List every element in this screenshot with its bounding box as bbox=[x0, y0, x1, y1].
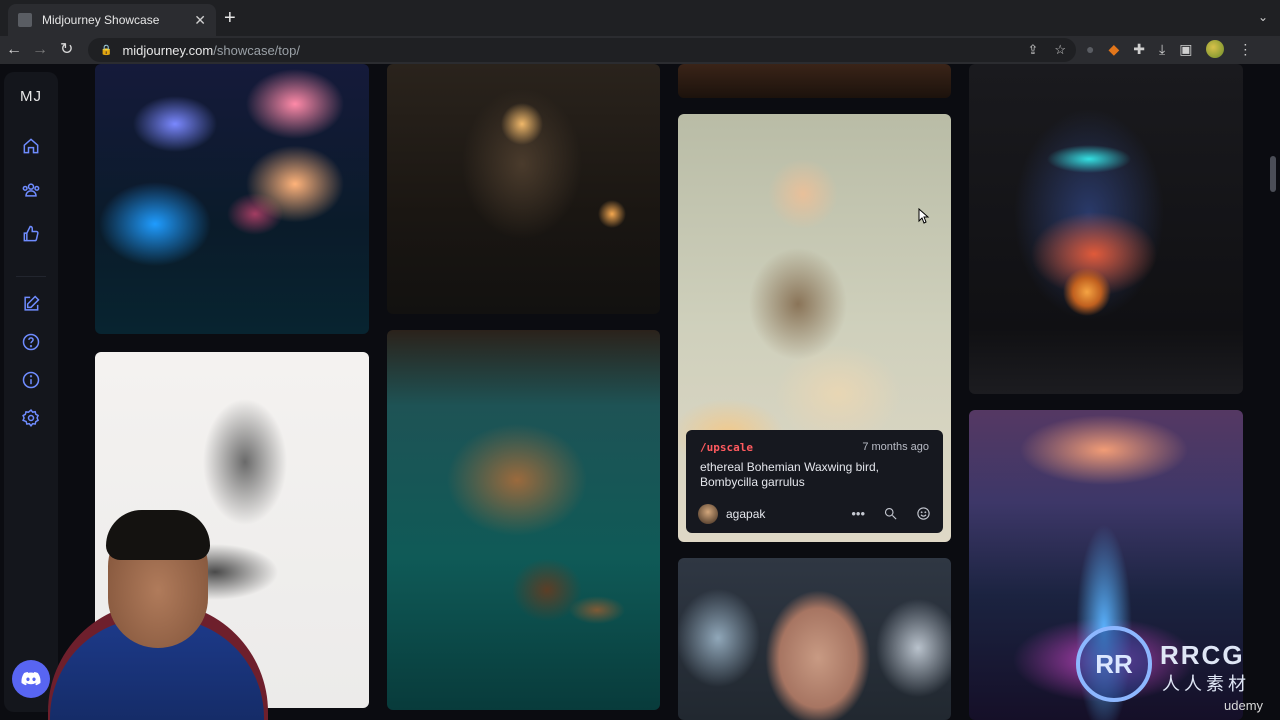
gallery-image-galaxy-jar[interactable] bbox=[969, 64, 1243, 394]
more-options-icon[interactable]: ••• bbox=[851, 506, 865, 524]
extension-icon[interactable]: ● bbox=[1086, 41, 1094, 57]
menu-kebab-icon[interactable]: ⋮ bbox=[1238, 41, 1252, 58]
sidebar-divider bbox=[16, 276, 46, 277]
side-panel-icon[interactable]: ▣ bbox=[1179, 41, 1192, 58]
gallery-image-swimming-bears[interactable] bbox=[387, 330, 660, 710]
gallery-image-peony-flowers[interactable] bbox=[95, 64, 369, 334]
tab-title: Midjourney Showcase bbox=[42, 13, 160, 27]
prompt-text: ethereal Bohemian Waxwing bird, Bombycil… bbox=[700, 460, 879, 489]
browser-tab-bar: Midjourney Showcase ✕ + ⌄ bbox=[0, 0, 1280, 36]
browser-tab[interactable]: Midjourney Showcase ✕ bbox=[8, 4, 216, 36]
extensions-puzzle-icon[interactable]: ✚ bbox=[1133, 41, 1145, 58]
edit-icon[interactable] bbox=[21, 294, 41, 314]
forward-icon[interactable]: → bbox=[32, 40, 48, 60]
download-icon[interactable]: ⤓ bbox=[1159, 41, 1165, 58]
close-icon[interactable]: ✕ bbox=[194, 12, 206, 29]
gallery-image-portrait[interactable] bbox=[678, 64, 951, 98]
image-info-card: /upscale 7 months ago ethereal Bohemian … bbox=[686, 430, 943, 533]
profile-avatar[interactable] bbox=[1206, 40, 1225, 58]
user-link[interactable]: agapak bbox=[698, 504, 765, 524]
browser-toolbar: ← → ↻ 🔒 midjourney.com/showcase/top/ ⇪ ☆… bbox=[0, 36, 1280, 64]
discord-icon bbox=[21, 671, 41, 686]
username: agapak bbox=[726, 507, 766, 521]
search-icon[interactable] bbox=[883, 506, 898, 524]
new-tab-icon[interactable]: + bbox=[224, 8, 236, 28]
webcam-overlay bbox=[40, 480, 276, 720]
url-host: midjourney.com bbox=[122, 42, 214, 58]
thumbs-up-icon[interactable] bbox=[21, 224, 41, 244]
rrcg-text-watermark: RRCG bbox=[1160, 640, 1245, 670]
info-icon[interactable] bbox=[21, 370, 41, 390]
share-icon[interactable]: ⇪ bbox=[1027, 42, 1038, 58]
gallery-image-floral-face[interactable] bbox=[678, 558, 951, 720]
metamask-icon[interactable]: ◆ bbox=[1108, 41, 1119, 58]
rrcg-logo-watermark: RR bbox=[1076, 626, 1152, 702]
avatar bbox=[698, 504, 718, 524]
lock-icon: 🔒 bbox=[100, 44, 113, 56]
community-icon[interactable] bbox=[21, 180, 41, 200]
back-icon[interactable]: ← bbox=[6, 40, 22, 60]
url-path: /showcase/top/ bbox=[213, 42, 300, 58]
reload-icon[interactable]: ↻ bbox=[60, 40, 73, 60]
mouse-cursor-icon bbox=[918, 208, 930, 224]
favicon-icon bbox=[18, 13, 32, 27]
timestamp: 7 months ago bbox=[862, 441, 929, 453]
rrcg-subtext-watermark: 人人素材 bbox=[1162, 674, 1250, 694]
settings-gear-icon[interactable] bbox=[21, 408, 41, 428]
command-label: /upscale bbox=[700, 441, 753, 454]
webcam-person-hair bbox=[106, 510, 210, 560]
udemy-watermark: udemy bbox=[1224, 698, 1264, 713]
home-icon[interactable] bbox=[21, 136, 41, 156]
chevron-down-icon[interactable]: ⌄ bbox=[1258, 10, 1268, 24]
logo[interactable]: MJ bbox=[4, 88, 58, 105]
smiley-icon[interactable] bbox=[916, 506, 931, 524]
address-bar[interactable]: 🔒 midjourney.com/showcase/top/ ⇪ ☆ bbox=[88, 38, 1076, 62]
app-content: /upscale 7 months ago ethereal Bohemian … bbox=[0, 64, 1280, 720]
scrollbar[interactable] bbox=[1270, 156, 1276, 192]
gallery-image-cavern-ruins[interactable] bbox=[387, 64, 660, 314]
bookmark-star-icon[interactable]: ☆ bbox=[1054, 42, 1066, 58]
help-icon[interactable] bbox=[21, 332, 41, 352]
